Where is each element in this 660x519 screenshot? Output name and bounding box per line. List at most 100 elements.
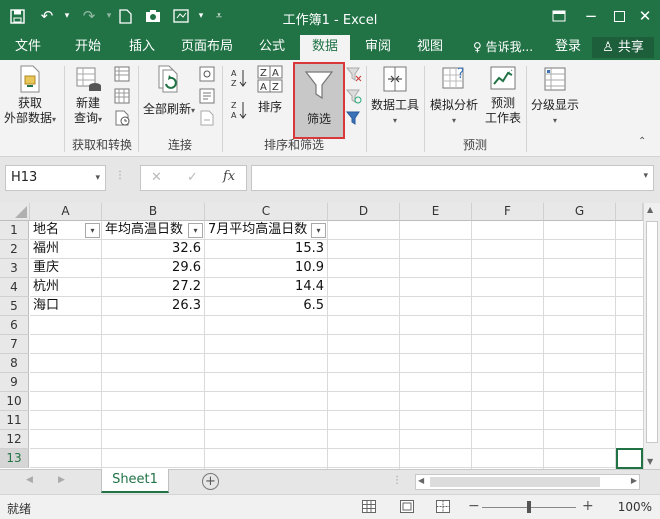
tab-insert[interactable]: 插入	[118, 35, 166, 60]
expand-formula-icon[interactable]: ▾	[643, 171, 648, 181]
select-all-corner[interactable]	[0, 203, 30, 221]
page-layout-view-icon[interactable]	[400, 500, 414, 516]
table-cell[interactable]: 重庆	[30, 259, 102, 278]
sort-descending-icon[interactable]: ZA	[230, 100, 248, 120]
edit-links-icon[interactable]	[199, 110, 215, 126]
name-box[interactable]: H13 ▾	[5, 165, 106, 191]
column-header[interactable]: E	[400, 203, 472, 221]
minimize-icon[interactable]: −	[580, 5, 602, 27]
tab-home[interactable]: 开始	[64, 35, 112, 60]
tab-view[interactable]: 视图	[406, 35, 454, 60]
scroll-thumb[interactable]	[646, 221, 658, 443]
scroll-right-icon[interactable]: ▶	[631, 476, 637, 485]
drag-handle-icon[interactable]: ⋮	[115, 170, 125, 181]
scroll-down-icon[interactable]: ▼	[647, 457, 653, 466]
maximize-icon[interactable]	[608, 5, 630, 27]
row-header[interactable]: 7	[0, 335, 29, 354]
row-header[interactable]: 4	[0, 278, 29, 297]
table-cell[interactable]: 杭州	[30, 278, 102, 297]
column-header[interactable]: A	[30, 203, 102, 221]
column-header[interactable]: G	[544, 203, 616, 221]
horizontal-scrollbar[interactable]: ◀ ▶	[415, 474, 640, 490]
next-sheet-icon[interactable]: ▶	[58, 475, 65, 485]
from-table-icon[interactable]	[114, 88, 130, 104]
row-header[interactable]: 3	[0, 259, 29, 278]
column-header[interactable]: B	[102, 203, 205, 221]
new-query-button[interactable]: 新建 查询▾	[68, 64, 108, 127]
table-cell[interactable]: 10.9	[205, 259, 328, 278]
properties-icon[interactable]	[199, 88, 215, 104]
column-header[interactable]: F	[472, 203, 544, 221]
row-header[interactable]: 9	[0, 373, 29, 392]
row-header-active[interactable]: 13	[0, 449, 29, 468]
formula-input[interactable]: ▾	[251, 165, 654, 191]
collapse-ribbon-icon[interactable]: ⌃	[638, 136, 654, 152]
ribbon-display-icon[interactable]	[548, 5, 570, 27]
get-external-data-button[interactable]: 获取 外部数据▾	[2, 64, 58, 127]
column-header[interactable]	[616, 203, 643, 221]
page-break-view-icon[interactable]	[436, 500, 450, 516]
tab-file[interactable]: 文件	[4, 35, 52, 60]
table-cell[interactable]: 福州	[30, 240, 102, 259]
row-header[interactable]: 10	[0, 392, 29, 411]
tab-splitter-icon[interactable]: ⋮	[392, 475, 402, 486]
table-cell[interactable]: 27.2	[102, 278, 205, 297]
filter-dropdown-button[interactable]: ▾	[188, 223, 203, 238]
table-header-cell[interactable]: 7月平均高温日数	[205, 221, 328, 240]
outline-button[interactable]: 分级显示 ▾	[528, 64, 582, 128]
zoom-out-icon[interactable]: −	[468, 498, 480, 514]
tell-me-search[interactable]: ♀ 告诉我...	[468, 35, 538, 60]
row-header[interactable]: 2	[0, 240, 29, 259]
table-cell[interactable]: 6.5	[205, 297, 328, 316]
forecast-sheet-button[interactable]: 预测 工作表	[482, 64, 524, 126]
clear-filter-icon[interactable]	[345, 66, 362, 82]
sort-ascending-icon[interactable]: AZ	[230, 68, 248, 88]
login-link[interactable]: 登录	[550, 35, 586, 60]
show-queries-icon[interactable]	[114, 66, 130, 82]
table-cell[interactable]: 32.6	[102, 240, 205, 259]
table-cell[interactable]: 26.3	[102, 297, 205, 316]
row-header[interactable]: 6	[0, 316, 29, 335]
filter-dropdown-button[interactable]: ▾	[85, 223, 100, 238]
insert-function-icon[interactable]: fx	[223, 169, 235, 184]
reapply-filter-icon[interactable]	[345, 88, 362, 104]
normal-view-icon[interactable]	[362, 500, 376, 516]
sort-button[interactable]: ZAAZ 排序	[252, 64, 288, 115]
table-cell[interactable]: 29.6	[102, 259, 205, 278]
advanced-filter-icon[interactable]	[345, 110, 362, 126]
worksheet-grid[interactable]: A B C D E F G 1 2 3 4 5 6 7 8 9 10 11 12…	[0, 203, 660, 469]
column-header[interactable]: C	[205, 203, 328, 221]
column-header[interactable]: D	[328, 203, 400, 221]
row-header[interactable]: 12	[0, 430, 29, 449]
connections-icon[interactable]	[199, 66, 215, 82]
prev-sheet-icon[interactable]: ◀	[26, 475, 33, 485]
row-header[interactable]: 5	[0, 297, 29, 316]
table-cell[interactable]: 海口	[30, 297, 102, 316]
chevron-down-icon[interactable]: ▾	[95, 166, 100, 190]
scroll-left-icon[interactable]: ◀	[418, 476, 424, 485]
row-header[interactable]: 11	[0, 411, 29, 430]
tab-page-layout[interactable]: 页面布局	[174, 35, 240, 60]
share-button[interactable]: ♙ 共享	[592, 37, 654, 58]
close-icon[interactable]: ✕	[634, 5, 656, 27]
filter-button[interactable]: 筛选	[293, 62, 345, 139]
tab-review[interactable]: 审阅	[354, 35, 402, 60]
tab-formulas[interactable]: 公式	[248, 35, 296, 60]
filter-dropdown-button[interactable]: ▾	[311, 223, 326, 238]
row-header[interactable]: 8	[0, 354, 29, 373]
refresh-all-button[interactable]: 全部刷新▾	[142, 64, 196, 118]
hscroll-thumb[interactable]	[430, 477, 600, 487]
row-header[interactable]: 1	[0, 221, 29, 240]
what-if-analysis-button[interactable]: ? 模拟分析 ▾	[426, 64, 482, 128]
recent-sources-icon[interactable]	[114, 110, 130, 126]
table-cell[interactable]: 14.4	[205, 278, 328, 297]
table-cell[interactable]: 15.3	[205, 240, 328, 259]
zoom-level[interactable]: 100%	[618, 500, 652, 514]
tab-data[interactable]: 数据	[300, 35, 350, 60]
sheet-tab-sheet1[interactable]: Sheet1	[101, 469, 169, 493]
add-sheet-icon[interactable]: +	[202, 473, 219, 490]
enter-icon[interactable]: ✓	[187, 170, 198, 185]
cancel-icon[interactable]: ✕	[151, 170, 162, 185]
active-cell[interactable]	[616, 448, 643, 469]
scroll-up-icon[interactable]: ▲	[647, 205, 653, 214]
